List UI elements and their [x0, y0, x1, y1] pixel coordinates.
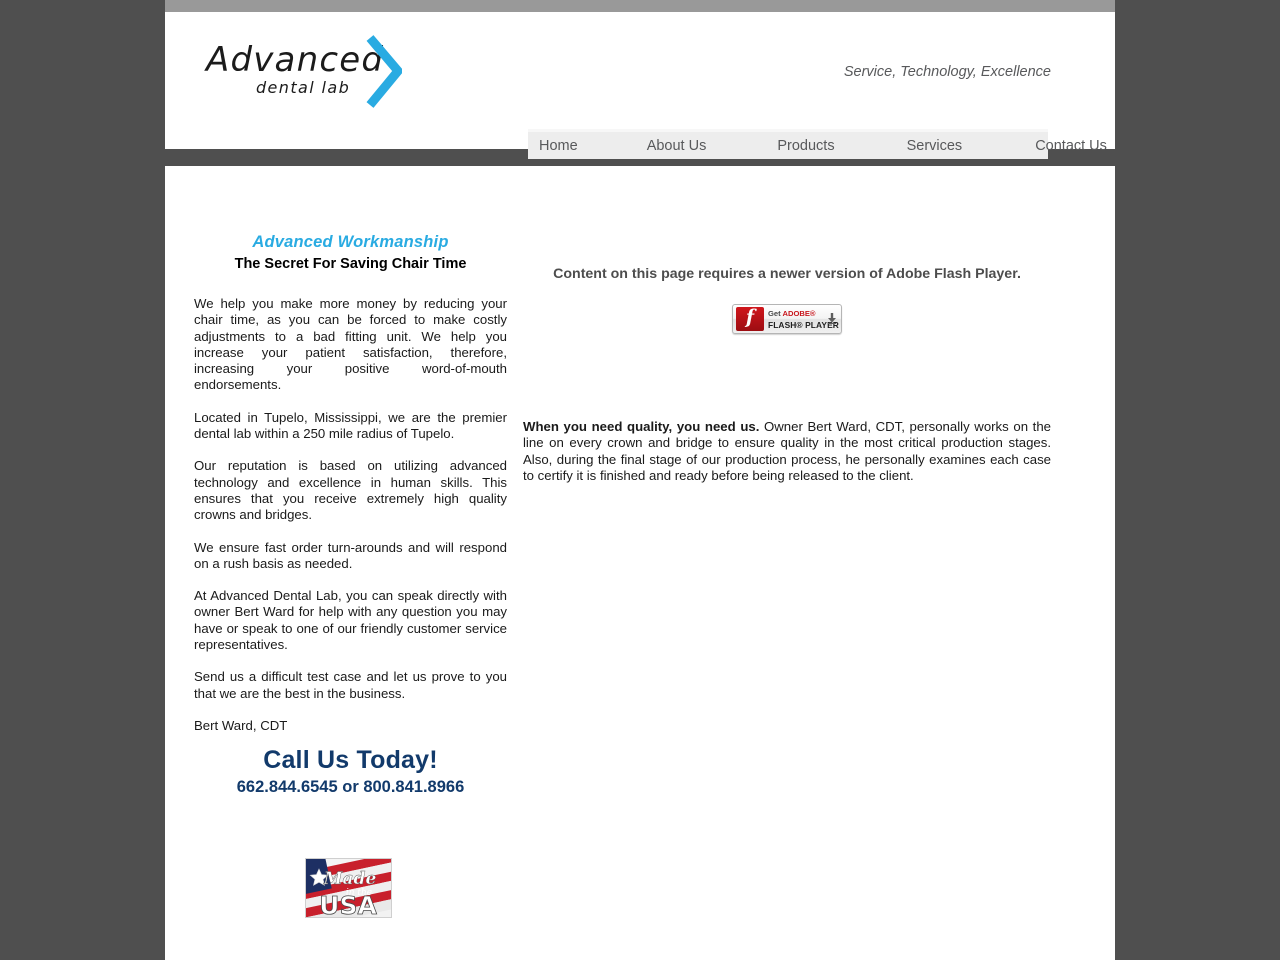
- nav-item-services[interactable]: Services: [907, 138, 963, 154]
- body-paragraph: Our reputation is based on utilizing adv…: [194, 458, 507, 523]
- call-to-action-block: Call Us Today! 662.844.6545 or 800.841.8…: [194, 746, 507, 797]
- download-arrow-icon: [828, 311, 836, 325]
- svg-text:Made: Made: [323, 869, 377, 889]
- page-root: Advanced dental lab Service, Technology,…: [0, 0, 1280, 960]
- flash-button-container: f Get ADOBE® FLASH® PLAYER: [523, 304, 1051, 339]
- logo-subtext: dental lab: [256, 78, 351, 97]
- site-logo[interactable]: Advanced dental lab: [206, 30, 406, 108]
- made-in-usa-badge: Made in the USA: [305, 858, 392, 918]
- nav-item-contact-us[interactable]: Contact Us: [1035, 138, 1107, 154]
- flash-adobe-text: ADOBE®: [782, 309, 816, 318]
- nav-item-about-us[interactable]: About Us: [647, 138, 707, 154]
- section-heading-secondary: The Secret For Saving Chair Time: [234, 256, 467, 272]
- section-heading-primary: Advanced Workmanship: [252, 233, 449, 251]
- main-navigation: Home About Us Products Services Contact …: [528, 129, 1107, 159]
- quality-statement-lead: When you need quality, you need us.: [523, 419, 760, 435]
- get-adobe-flash-player-button[interactable]: f Get ADOBE® FLASH® PLAYER: [732, 304, 842, 334]
- body-paragraph: At Advanced Dental Lab, you can speak di…: [194, 588, 507, 653]
- left-content-column: Advanced Workmanship The Secret For Savi…: [194, 233, 507, 734]
- call-us-today-heading: Call Us Today!: [263, 746, 438, 774]
- site-tagline: Service, Technology, Excellence: [843, 64, 1051, 80]
- nav-item-products[interactable]: Products: [777, 138, 834, 154]
- logo-wordmark: Advanced: [206, 40, 385, 80]
- flash-required-message: Content on this page requires a newer ve…: [553, 266, 1021, 282]
- quality-statement-paragraph: When you need quality, you need us. Owne…: [523, 419, 1051, 484]
- phone-numbers[interactable]: 662.844.6545 or 800.841.8966: [194, 778, 507, 797]
- svg-text:USA: USA: [319, 891, 377, 917]
- signature-line: Bert Ward, CDT: [194, 717, 288, 733]
- body-paragraph: Located in Tupelo, Mississippi, we are t…: [194, 409, 507, 442]
- site-header: Advanced dental lab Service, Technology,…: [165, 0, 1115, 159]
- header-content: Advanced dental lab Service, Technology,…: [165, 12, 1115, 159]
- body-paragraph: Send us a difficult test case and let us…: [194, 669, 507, 701]
- blue-chevron-icon: [366, 34, 404, 109]
- body-paragraph: We ensure fast order turn-arounds and wi…: [194, 539, 507, 571]
- page-body: Advanced Workmanship The Secret For Savi…: [165, 166, 1115, 960]
- nav-item-home[interactable]: Home: [539, 138, 578, 154]
- flash-get-text: Get: [768, 309, 783, 318]
- body-paragraph: We help you make more money by reducing …: [194, 296, 507, 393]
- header-top-strip: [165, 0, 1115, 12]
- right-content-column: Content on this page requires a newer ve…: [523, 266, 1051, 339]
- flash-f-icon: f: [736, 306, 764, 331]
